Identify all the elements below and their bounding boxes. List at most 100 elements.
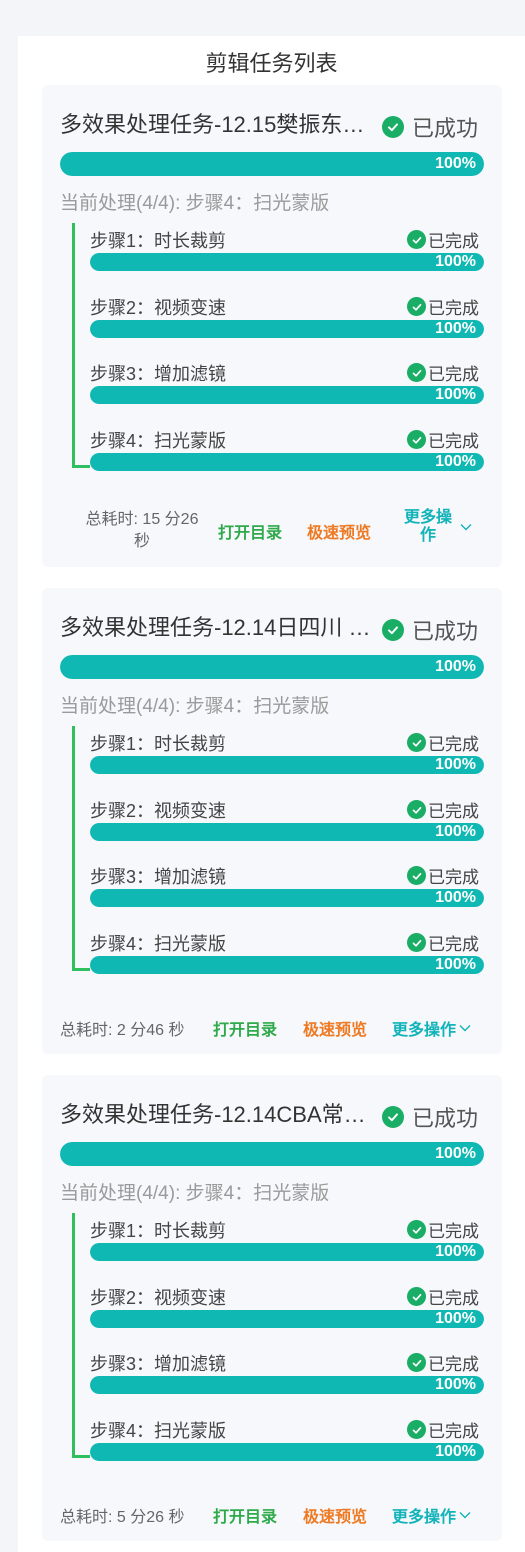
task-title: 多效果处理任务-12.15樊振东绝杀 多效果处理任务 <box>60 112 375 137</box>
fast-preview-link[interactable]: 极速预览 <box>303 1016 367 1040</box>
step-progress-label: 100% <box>435 1243 476 1260</box>
task-progress-fill <box>60 152 484 176</box>
open-directory-link[interactable]: 打开目录 <box>218 519 282 543</box>
step-name: 步骤4：扫光蒙版 <box>90 431 227 451</box>
step-status-label: 已完成 <box>428 735 479 754</box>
step-progress-fill <box>90 1443 484 1461</box>
task-status: 已成功 <box>382 111 478 143</box>
step-name: 步骤3：增加滤镜 <box>90 867 227 887</box>
fast-preview-link[interactable]: 极速预览 <box>307 519 371 543</box>
check-circle-icon <box>407 1220 426 1239</box>
step-name: 步骤1：时长裁剪 <box>90 734 227 754</box>
check-circle-icon <box>407 1420 426 1439</box>
total-time: 总耗时: 15 分26 秒 <box>72 509 212 553</box>
current-step-text: 当前处理(4/4): 步骤4：扫光蒙版 <box>60 1183 330 1204</box>
chevron-down-icon <box>459 1506 471 1524</box>
step-progress-label: 100% <box>435 756 476 773</box>
step-status: 已完成 <box>407 1284 479 1309</box>
step-progress-fill <box>90 956 484 974</box>
task-card: 多效果处理任务-12.14日四川 多效果处理任务 已成功 100% 当前处理(4/4)… <box>42 588 502 1054</box>
step-progress-fill <box>90 1310 484 1328</box>
task-progress-fill <box>60 655 484 679</box>
more-actions-link[interactable]: 更多操作 <box>392 1503 471 1527</box>
task-status-label: 已成功 <box>412 116 479 141</box>
step-status-label: 已完成 <box>428 1422 479 1441</box>
step-status-label: 已完成 <box>428 802 479 821</box>
task-progress-fill <box>60 1142 484 1166</box>
more-actions-label: 更多操作 <box>392 1509 457 1526</box>
step-status: 已完成 <box>407 1350 479 1375</box>
step-progress-bar: 100% <box>90 453 484 471</box>
panel-title: 剪辑任务列表 <box>205 51 338 76</box>
step-name: 步骤4：扫光蒙版 <box>90 934 227 954</box>
step-progress-label: 100% <box>435 386 476 403</box>
task-title: 多效果处理任务-12.14CBA常规赛 多效果处理任务 <box>60 1102 375 1127</box>
step-progress-bar: 100% <box>90 956 484 974</box>
open-directory-link[interactable]: 打开目录 <box>213 1503 277 1527</box>
more-actions-link[interactable]: 更多操作 <box>392 1016 471 1040</box>
step-progress-bar: 100% <box>90 1310 484 1328</box>
step-status-label: 已完成 <box>428 868 479 887</box>
step-status-label: 已完成 <box>428 1289 479 1308</box>
step-progress-label: 100% <box>435 453 476 470</box>
step-progress-fill <box>90 1243 484 1261</box>
step-tree-line <box>72 726 75 970</box>
task-title: 多效果处理任务-12.14日四川 多效果处理任务 <box>60 615 375 640</box>
step-name: 步骤3：增加滤镜 <box>90 364 227 384</box>
step-progress-fill <box>90 320 484 338</box>
step-status: 已完成 <box>407 427 479 452</box>
step-name: 步骤2：视频变速 <box>90 801 227 821</box>
check-circle-icon <box>407 1287 426 1306</box>
task-progress-bar: 100% <box>60 152 484 176</box>
current-step-text: 当前处理(4/4): 步骤4：扫光蒙版 <box>60 696 330 717</box>
step-tree-foot <box>72 465 90 468</box>
step-progress-label: 100% <box>435 320 476 337</box>
step-name: 步骤1：时长裁剪 <box>90 231 227 251</box>
check-circle-icon <box>382 619 404 641</box>
step-status-label: 已完成 <box>428 299 479 318</box>
fast-preview-link[interactable]: 极速预览 <box>303 1503 367 1527</box>
open-directory-link[interactable]: 打开目录 <box>213 1016 277 1040</box>
check-circle-icon <box>407 866 426 885</box>
more-actions-label: 更多操作 <box>404 509 452 545</box>
step-status-label: 已完成 <box>428 935 479 954</box>
total-time: 总耗时: 2 分46 秒 <box>60 1022 185 1039</box>
step-progress-bar: 100% <box>90 823 484 841</box>
step-status-label: 已完成 <box>428 432 479 451</box>
step-status: 已完成 <box>407 930 479 955</box>
task-card: 多效果处理任务-12.14CBA常规赛 多效果处理任务 已成功 100% 当前处理(4… <box>42 1075 502 1541</box>
task-status-label: 已成功 <box>412 619 479 644</box>
step-progress-fill <box>90 386 484 404</box>
step-progress-bar: 100% <box>90 1443 484 1461</box>
step-progress-fill <box>90 823 484 841</box>
total-time-line1: 总耗时: 15 分26 <box>85 511 199 528</box>
task-progress-label: 100% <box>435 155 476 172</box>
total-time-line2: 秒 <box>133 533 150 550</box>
step-progress-bar: 100% <box>90 889 484 907</box>
task-card: 多效果处理任务-12.15樊振东绝杀 多效果处理任务 已成功 100% 当前处理(4/… <box>42 85 502 567</box>
step-status-label: 已完成 <box>428 232 479 251</box>
check-circle-icon <box>407 430 426 449</box>
step-progress-label: 100% <box>435 889 476 906</box>
task-status: 已成功 <box>382 614 478 646</box>
more-actions-line1: 更多操 <box>404 509 453 526</box>
step-progress-label: 100% <box>435 823 476 840</box>
step-progress-label: 100% <box>435 1310 476 1327</box>
chevron-down-icon <box>460 518 472 536</box>
total-time: 总耗时: 5 分26 秒 <box>60 1509 185 1526</box>
step-status-label: 已完成 <box>428 365 479 384</box>
step-progress-fill <box>90 756 484 774</box>
step-progress-fill <box>90 1376 484 1394</box>
check-circle-icon <box>407 1353 426 1372</box>
task-status-label: 已成功 <box>412 1106 479 1131</box>
current-step-text: 当前处理(4/4): 步骤4：扫光蒙版 <box>60 193 330 214</box>
check-circle-icon <box>407 733 426 752</box>
step-progress-bar: 100% <box>90 386 484 404</box>
more-actions-link[interactable]: 更多操作 <box>404 509 472 545</box>
step-status: 已完成 <box>407 730 479 755</box>
step-tree-foot <box>72 968 90 971</box>
step-tree-foot <box>72 1455 90 1458</box>
step-progress-fill <box>90 453 484 471</box>
check-circle-icon <box>382 116 404 138</box>
step-status: 已完成 <box>407 1217 479 1242</box>
